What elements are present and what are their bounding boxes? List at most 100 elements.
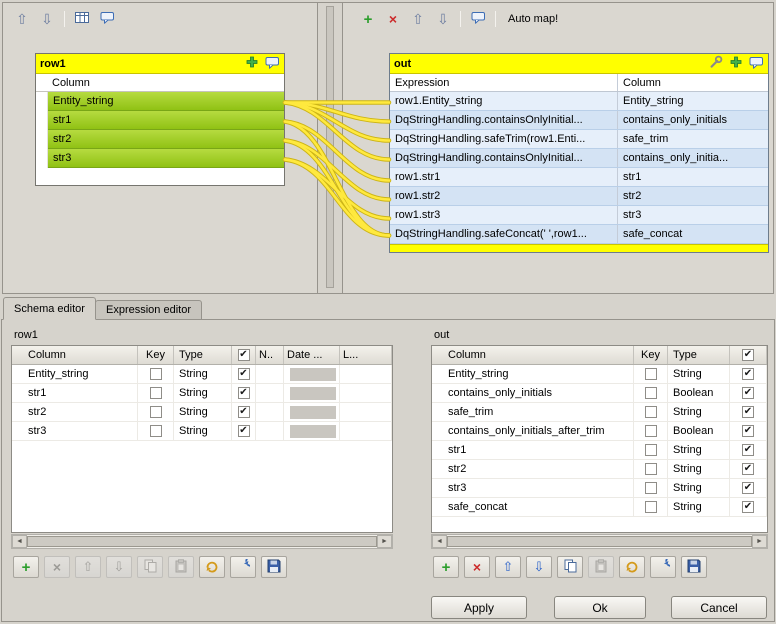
import-schema-button[interactable] <box>619 556 645 578</box>
nullable-checkbox[interactable] <box>742 406 754 418</box>
move-down-button[interactable]: ⇩ <box>36 9 58 29</box>
output-row[interactable]: row1.str1str1 <box>390 168 768 187</box>
table-view-button[interactable] <box>71 9 93 29</box>
export-schema-button[interactable] <box>230 556 256 578</box>
dialog-icon[interactable] <box>749 56 764 72</box>
input-row[interactable]: str2 <box>36 130 284 149</box>
nullable-checkbox[interactable] <box>742 368 754 380</box>
nullable-checkbox[interactable] <box>742 482 754 494</box>
nullable-checkbox[interactable] <box>742 444 754 456</box>
output-row[interactable]: row1.str3str3 <box>390 206 768 225</box>
expression-cell[interactable]: row1.str3 <box>390 206 618 224</box>
input-column-name[interactable]: str3 <box>48 149 284 168</box>
move-down-button[interactable]: ⇩ <box>106 556 132 578</box>
schema-row[interactable]: contains_only_initials Boolean <box>432 384 767 403</box>
schema-row[interactable]: str3 String <box>432 479 767 498</box>
preview-button[interactable] <box>96 9 118 29</box>
column-name-cell[interactable]: str3 <box>432 479 634 497</box>
key-checkbox[interactable] <box>645 387 657 399</box>
scroll-left-icon[interactable]: ◄ <box>12 535 27 548</box>
scrollbar-thumb[interactable] <box>27 536 377 547</box>
output-row[interactable]: row1.str2str2 <box>390 187 768 206</box>
type-cell[interactable]: String <box>174 422 232 440</box>
column-cell[interactable]: safe_trim <box>618 130 768 148</box>
input-row[interactable]: Entity_string <box>36 92 284 111</box>
column-name-cell[interactable]: str2 <box>432 460 634 478</box>
scroll-right-icon[interactable]: ► <box>752 535 767 548</box>
column-cell[interactable]: contains_only_initials <box>618 111 768 129</box>
key-checkbox[interactable] <box>150 406 162 418</box>
key-checkbox[interactable] <box>645 501 657 513</box>
type-cell[interactable]: String <box>668 365 730 383</box>
output-row[interactable]: DqStringHandling.safeTrim(row1.Enti...sa… <box>390 130 768 149</box>
type-cell[interactable]: String <box>668 403 730 421</box>
column-cell[interactable]: str1 <box>618 168 768 186</box>
output-row[interactable]: DqStringHandling.containsOnlyInitial...c… <box>390 149 768 168</box>
remove-row-button[interactable]: × <box>44 556 70 578</box>
add-row-button[interactable]: + <box>433 556 459 578</box>
type-cell[interactable]: String <box>668 498 730 516</box>
auto-map-button[interactable]: Auto map! <box>502 11 564 27</box>
dialog-icon[interactable] <box>265 56 280 72</box>
schema-row[interactable]: safe_trim String <box>432 403 767 422</box>
input-column-name[interactable]: Entity_string <box>48 92 284 111</box>
move-up-button[interactable]: ⇧ <box>495 556 521 578</box>
wrench-icon[interactable] <box>709 55 723 72</box>
splitter-handle[interactable] <box>326 6 334 288</box>
type-cell[interactable]: String <box>174 403 232 421</box>
column-name-cell[interactable]: contains_only_initials <box>432 384 634 402</box>
column-name-cell[interactable]: str2 <box>12 403 138 421</box>
export-schema-button[interactable] <box>650 556 676 578</box>
add-output-button[interactable]: + <box>357 9 379 29</box>
tab-expression-editor[interactable]: Expression editor <box>95 300 202 320</box>
column-name-cell[interactable]: Entity_string <box>432 365 634 383</box>
scroll-right-icon[interactable]: ► <box>377 535 392 548</box>
type-cell[interactable]: String <box>668 441 730 459</box>
add-column-icon[interactable] <box>729 56 743 72</box>
input-column-name[interactable]: str1 <box>48 111 284 130</box>
remove-row-button[interactable]: × <box>464 556 490 578</box>
column-name-cell[interactable]: str1 <box>12 384 138 402</box>
key-checkbox[interactable] <box>645 444 657 456</box>
column-name-cell[interactable]: str3 <box>12 422 138 440</box>
horizontal-scrollbar[interactable]: ◄ ► <box>431 534 768 549</box>
input-row[interactable]: str3 <box>36 149 284 168</box>
schema-row[interactable]: contains_only_initials_after_trim Boolea… <box>432 422 767 441</box>
expression-cell[interactable]: DqStringHandling.safeConcat(' ',row1... <box>390 225 618 243</box>
schema-row[interactable]: str1 String <box>12 384 392 403</box>
schema-row[interactable]: str2 String <box>432 460 767 479</box>
scroll-left-icon[interactable]: ◄ <box>432 535 447 548</box>
column-cell[interactable]: contains_only_initia... <box>618 149 768 167</box>
output-row[interactable]: row1.Entity_stringEntity_string <box>390 92 768 111</box>
nullable-checkbox[interactable] <box>238 368 250 380</box>
output-row[interactable]: DqStringHandling.safeConcat(' ',row1...s… <box>390 225 768 244</box>
nullable-checkbox[interactable] <box>238 425 250 437</box>
preview-button[interactable] <box>467 9 489 29</box>
key-checkbox[interactable] <box>645 463 657 475</box>
schema-row[interactable]: str1 String <box>432 441 767 460</box>
schema-row[interactable]: str3 String <box>12 422 392 441</box>
cancel-button[interactable]: Cancel <box>671 596 767 619</box>
move-down-button[interactable]: ⇩ <box>526 556 552 578</box>
type-cell[interactable]: String <box>668 479 730 497</box>
nullable-checkbox[interactable] <box>238 387 250 399</box>
add-column-icon[interactable] <box>245 56 259 72</box>
paste-button[interactable] <box>588 556 614 578</box>
tab-schema-editor[interactable]: Schema editor <box>3 297 96 320</box>
nullable-all-checkbox[interactable] <box>742 349 754 361</box>
column-cell[interactable]: str3 <box>618 206 768 224</box>
column-name-cell[interactable]: safe_trim <box>432 403 634 421</box>
expression-cell[interactable]: DqStringHandling.containsOnlyInitial... <box>390 149 618 167</box>
copy-button[interactable] <box>557 556 583 578</box>
scrollbar-thumb[interactable] <box>447 536 752 547</box>
type-cell[interactable]: String <box>174 365 232 383</box>
save-schema-button[interactable] <box>261 556 287 578</box>
expression-cell[interactable]: row1.str1 <box>390 168 618 186</box>
import-schema-button[interactable] <box>199 556 225 578</box>
nullable-checkbox[interactable] <box>742 463 754 475</box>
column-name-cell[interactable]: Entity_string <box>12 365 138 383</box>
key-checkbox[interactable] <box>150 425 162 437</box>
schema-row[interactable]: safe_concat String <box>432 498 767 517</box>
type-cell[interactable]: String <box>668 460 730 478</box>
column-name-cell[interactable]: contains_only_initials_after_trim <box>432 422 634 440</box>
